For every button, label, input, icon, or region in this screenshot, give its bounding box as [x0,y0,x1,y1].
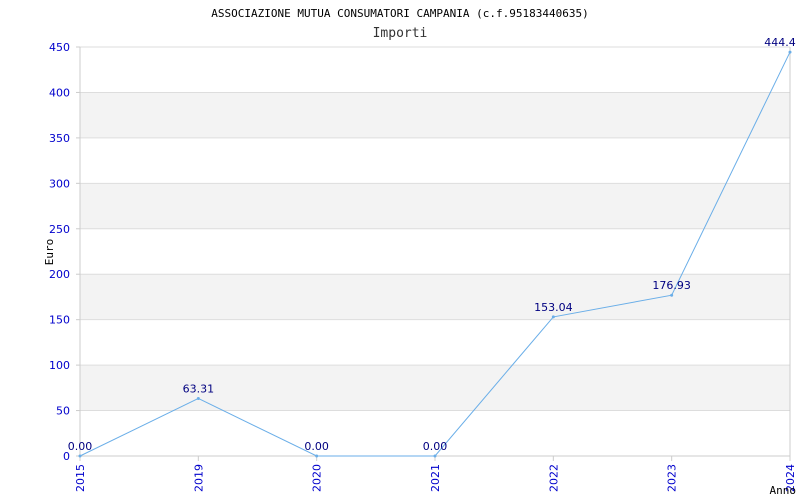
y-tick-label: 350 [49,132,70,145]
y-tick-label: 100 [49,359,70,372]
x-tick-label: 2021 [429,464,442,492]
y-tick-label: 300 [49,177,70,190]
plot-band [80,183,790,229]
data-label: 0.00 [304,440,329,453]
y-tick-label: 150 [49,314,70,327]
x-axis-label: Anno [770,484,797,497]
data-label: 0.00 [423,440,448,453]
y-tick-label: 400 [49,86,70,99]
chart-subtitle: Importi [373,26,428,41]
x-tick-label: 2015 [74,464,87,492]
data-point [196,396,200,400]
data-point [315,454,319,458]
chart-title: ASSOCIAZIONE MUTUA CONSUMATORI CAMPANIA … [211,7,589,20]
data-label: 176.93 [652,279,691,292]
data-point [788,50,792,54]
x-tick-labels: 2015 2019 2020 2021 2022 2023 2024 [74,464,797,492]
data-point [670,293,674,297]
plot-band [80,92,790,138]
data-point [78,454,82,458]
data-label: 0.00 [68,440,93,453]
x-tick-label: 2023 [666,464,679,492]
x-tick-label: 2022 [547,464,560,492]
y-tick-label: 250 [49,223,70,236]
y-tick-label: 450 [49,41,70,54]
data-label: 444.4 [764,36,796,49]
y-tick-label: 200 [49,268,70,281]
x-tick-label: 2019 [192,464,205,492]
y-tick-label: 50 [56,405,70,418]
x-tick-label: 2020 [311,464,324,492]
data-point [433,454,437,458]
line-chart: 050100150200250300350400450 2015 2019 2020… [43,7,797,497]
data-point [551,315,555,319]
data-label: 63.31 [183,382,215,395]
data-label: 153.04 [534,301,573,314]
plot-bands [80,92,790,411]
y-axis-label: Euro [43,239,56,266]
